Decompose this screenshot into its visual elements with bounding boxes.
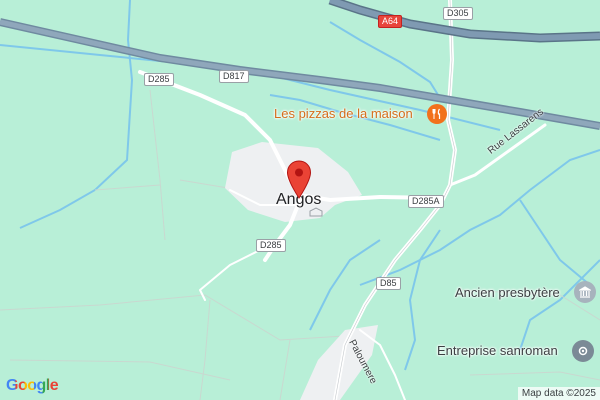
- road-shield-a64: A64: [378, 15, 403, 28]
- road-shield-d85: D85: [376, 277, 401, 290]
- poi-label-restaurant[interactable]: Les pizzas de la maison: [274, 106, 413, 121]
- road-shield-d285-bottom: D285: [256, 239, 286, 252]
- town-hall-icon: [309, 207, 323, 217]
- fork-knife-icon[interactable]: [427, 104, 447, 124]
- google-logo-text: Google: [6, 377, 59, 394]
- business-glyph: [578, 346, 588, 356]
- monument-glyph: [579, 286, 591, 298]
- map-attribution[interactable]: Map data ©2025: [517, 387, 600, 400]
- fork-knife-glyph: [432, 108, 441, 119]
- road-shield-d817: D817: [219, 70, 249, 83]
- monument-icon[interactable]: [574, 281, 596, 303]
- location-pin-icon[interactable]: [286, 160, 312, 200]
- road-shield-d285-top: D285: [144, 73, 174, 86]
- google-logo[interactable]: Google: [6, 377, 59, 395]
- poi-label-presbytere[interactable]: Ancien presbytère: [455, 285, 560, 300]
- poi-label-entreprise[interactable]: Entreprise sanroman: [437, 343, 558, 358]
- road-shield-d305: D305: [443, 7, 473, 20]
- business-icon[interactable]: [572, 340, 594, 362]
- road-shield-d285a: D285A: [408, 195, 444, 208]
- map-canvas[interactable]: A64 D305 D817 D285 D285 D285A D85 Rue La…: [0, 0, 600, 400]
